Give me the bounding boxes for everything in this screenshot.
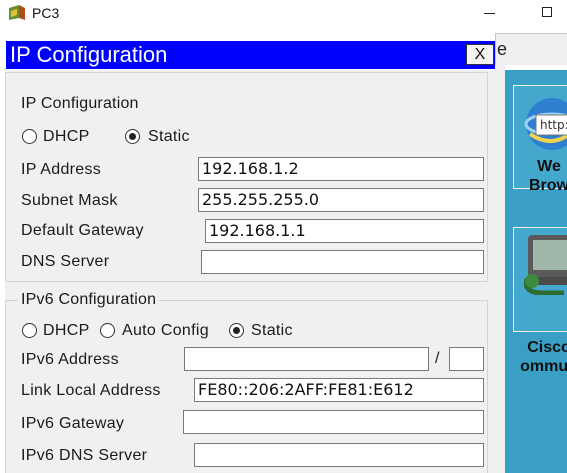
ipv4-dhcp-label: DHCP xyxy=(43,128,90,145)
link-local-address-field[interactable]: FE80::206:2AFF:FE81:E612 xyxy=(194,378,484,402)
ipv4-dhcp-radio[interactable] xyxy=(22,129,37,144)
ipv6-prefix-length-field[interactable] xyxy=(449,347,484,371)
packet-tracer-pc-icon xyxy=(9,5,25,20)
ipv4-static-radio[interactable] xyxy=(125,129,140,144)
web-browser-icon: http: xyxy=(524,98,567,150)
web-browser-icon-text: http: xyxy=(540,118,567,132)
ipv6-gateway-label: IPv6 Gateway xyxy=(21,415,125,432)
ipv6-auto-config-radio[interactable] xyxy=(100,323,115,338)
web-browser-label-line2: Brow xyxy=(529,177,567,194)
ipv6-group-title: IPv6 Configuration xyxy=(18,291,160,309)
ipv6-auto-config-label: Auto Config xyxy=(122,322,209,339)
web-browser-label-line1: We xyxy=(537,158,561,175)
ipv6-dhcp-label: DHCP xyxy=(43,322,90,339)
ipv6-dns-server-label: IPv6 DNS Server xyxy=(21,447,148,464)
cisco-ip-communicator-icon xyxy=(524,235,567,295)
ipv6-gateway-field[interactable] xyxy=(183,410,484,434)
window-title: PC3 xyxy=(32,5,60,21)
ip-configuration-titlebar[interactable]: IP Configuration X xyxy=(6,41,495,69)
close-button[interactable]: X xyxy=(466,44,494,65)
web-browser-app[interactable]: http: We Brow xyxy=(513,85,567,194)
dns-server-field[interactable] xyxy=(201,250,484,274)
background-tab-label: e xyxy=(497,39,508,59)
ip-configuration-title: IP Configuration xyxy=(10,42,168,67)
cisco-label-line2: ommun xyxy=(520,358,567,375)
ip-address-field[interactable]: 192.168.1.2 xyxy=(198,157,484,181)
maximize-icon[interactable] xyxy=(542,7,552,17)
link-local-address-label: Link Local Address xyxy=(21,382,161,399)
cisco-label-line1: Cisco xyxy=(527,339,567,356)
background-tab[interactable]: e xyxy=(495,33,567,65)
ipv6-dhcp-radio[interactable] xyxy=(22,323,37,338)
cisco-communicator-app[interactable]: Cisco ommun xyxy=(513,227,567,375)
ipv6-address-field[interactable] xyxy=(184,347,429,371)
ipv4-group-title: IP Configuration xyxy=(18,95,142,113)
ipv6-address-label: IPv6 Address xyxy=(21,351,119,368)
dns-server-label: DNS Server xyxy=(21,253,110,270)
ip-address-label: IP Address xyxy=(21,161,102,178)
default-gateway-label: Default Gateway xyxy=(21,222,144,239)
ipv6-static-label: Static xyxy=(251,322,293,339)
ipv6-dns-server-field[interactable] xyxy=(194,443,484,467)
ipv6-static-radio[interactable] xyxy=(229,323,244,338)
window-titlebar: PC3 xyxy=(0,0,567,28)
ipv4-static-label: Static xyxy=(148,128,190,145)
desktop-pane: http: We Brow Cisco ommun xyxy=(505,70,567,473)
subnet-mask-label: Subnet Mask xyxy=(21,192,118,209)
ipv6-prefix-slash: / xyxy=(435,350,440,367)
default-gateway-field[interactable]: 192.168.1.1 xyxy=(205,219,484,243)
minimize-icon[interactable] xyxy=(484,13,495,14)
background-panel-edge xyxy=(495,65,505,473)
subnet-mask-field[interactable]: 255.255.255.0 xyxy=(198,188,484,212)
